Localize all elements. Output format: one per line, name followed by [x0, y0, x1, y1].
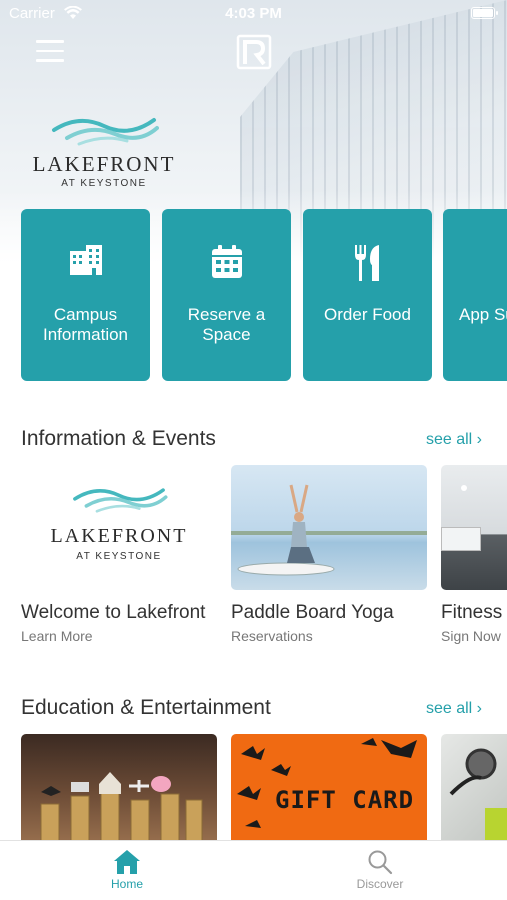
- paddle-yoga-image: [231, 465, 427, 590]
- tab-label: Discover: [356, 877, 404, 891]
- tile-app-support[interactable]: App Su: [443, 209, 507, 381]
- tile-reserve-space[interactable]: Reserve a Space: [162, 209, 291, 381]
- tab-label: Home: [110, 877, 143, 891]
- card-coins-house[interactable]: [21, 734, 217, 840]
- card-title: Fitness: [441, 602, 503, 623]
- gift-card-text: GIFT CARD: [275, 786, 415, 814]
- card-title: Paddle Board Yoga: [231, 602, 394, 623]
- search-icon: [330, 849, 430, 877]
- waves-icon: [52, 118, 159, 146]
- stethoscope-image: [441, 734, 507, 840]
- tile-label: App Su: [459, 305, 507, 324]
- chevron-right-icon: ›: [476, 431, 482, 448]
- gift-card-image: GIFT CARD: [231, 734, 427, 840]
- lakefront-logo: LAKEFRONT AT KEYSTONE: [24, 112, 184, 189]
- battery-icon: [471, 7, 498, 19]
- education-carousel: GIFT CARD: [21, 734, 507, 840]
- card-subtitle: Sign Now: [441, 628, 501, 644]
- see-all-link[interactable]: see all ›: [426, 700, 482, 718]
- tile-label: Reserve a Space: [187, 305, 266, 344]
- card-paddle-board-yoga[interactable]: Paddle Board Yoga Reservations: [231, 465, 427, 644]
- logo-name: LAKEFRONT: [50, 525, 188, 547]
- calendar-icon: [162, 245, 291, 281]
- tile-label: Order Food: [324, 305, 411, 324]
- logo-name: LAKEFRONT: [32, 152, 176, 176]
- section-title: Information & Events: [21, 427, 216, 450]
- card-welcome[interactable]: LAKEFRONT AT KEYSTONE Welcome to Lakefro…: [21, 465, 217, 644]
- status-bar: Carrier 4:03 PM: [0, 0, 507, 28]
- building-icon: [21, 245, 150, 281]
- fork-knife-icon: [303, 245, 432, 281]
- menu-button[interactable]: [36, 40, 64, 64]
- card-subtitle: Reservations: [231, 628, 313, 644]
- logo-subtitle: AT KEYSTONE: [76, 551, 162, 562]
- logo-subtitle: AT KEYSTONE: [61, 178, 147, 189]
- tab-bar: Home Discover: [0, 840, 507, 900]
- fitness-room-image: [441, 465, 507, 590]
- info-events-header: Information & Events see all ›: [21, 427, 486, 453]
- hamburger-icon: [36, 40, 64, 43]
- question-icon: [443, 245, 507, 281]
- tile-campus-information[interactable]: Campus Information: [21, 209, 150, 381]
- waves-icon: [73, 488, 168, 513]
- see-all-link[interactable]: see all ›: [426, 431, 482, 449]
- card-subtitle: Learn More: [21, 628, 93, 644]
- section-title: Education & Entertainment: [21, 696, 271, 719]
- info-events-carousel: LAKEFRONT AT KEYSTONE Welcome to Lakefro…: [21, 465, 507, 655]
- chevron-right-icon: ›: [476, 700, 482, 717]
- home-icon: [77, 849, 177, 877]
- quick-action-tiles: Campus Information Reserve a Space Order…: [21, 209, 507, 382]
- tile-label: Campus Information: [42, 305, 129, 344]
- coins-house-image: [21, 734, 217, 840]
- card-health[interactable]: [441, 734, 507, 840]
- card-title: Welcome to Lakefront: [21, 602, 206, 623]
- tab-discover[interactable]: Discover: [330, 849, 430, 891]
- clock-time: 4:03 PM: [225, 5, 282, 22]
- education-entertainment-header: Education & Entertainment see all ›: [21, 696, 486, 722]
- r-logo-icon: [236, 34, 272, 70]
- card-fitness[interactable]: Fitness Sign Now: [441, 465, 507, 644]
- card-gift-card[interactable]: GIFT CARD: [231, 734, 427, 840]
- brand-logo: [223, 34, 285, 94]
- tab-home[interactable]: Home: [77, 849, 177, 891]
- lakefront-logo-image: LAKEFRONT AT KEYSTONE: [21, 465, 217, 590]
- tile-order-food[interactable]: Order Food: [303, 209, 432, 381]
